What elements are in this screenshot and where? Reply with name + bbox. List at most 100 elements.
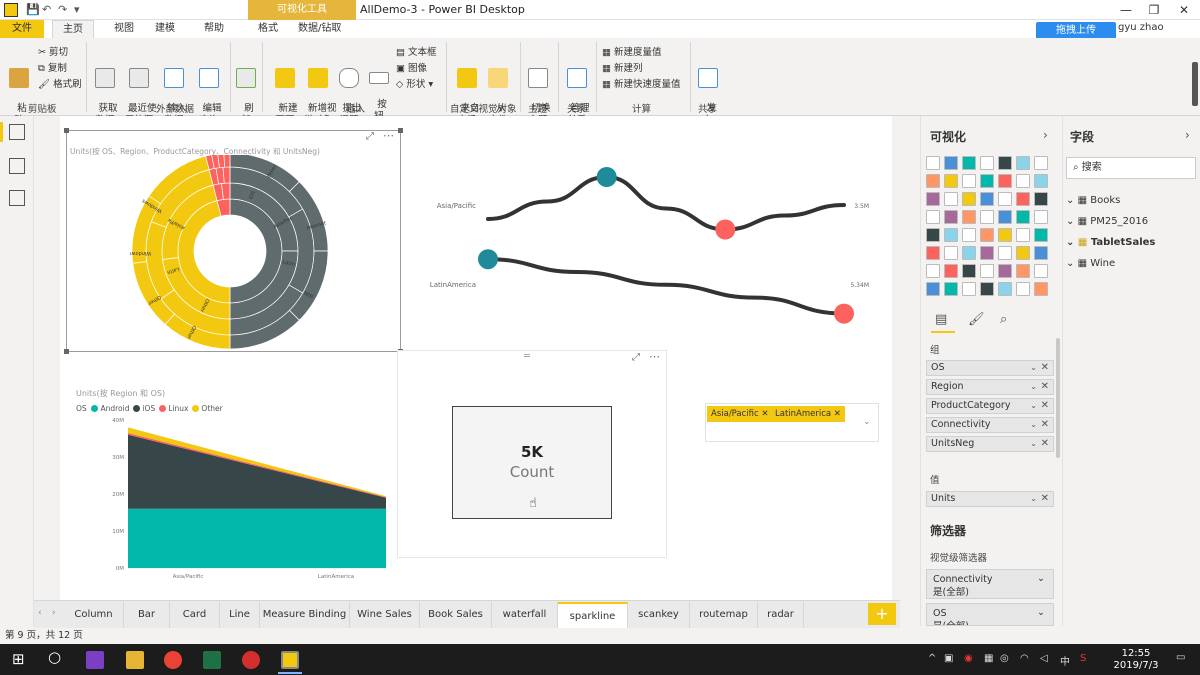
- chevron-down-icon[interactable]: ⌄: [1037, 606, 1045, 619]
- remove-field-icon[interactable]: ✕: [1041, 492, 1049, 506]
- visual-type-icon[interactable]: [926, 228, 940, 242]
- chevron-down-icon[interactable]: ⌄: [1066, 258, 1074, 269]
- chip-close-icon[interactable]: ✕: [834, 409, 841, 419]
- visual-type-icon[interactable]: [1034, 210, 1048, 224]
- chevron-down-icon[interactable]: ⌄: [1030, 437, 1037, 451]
- tray-wechat-icon[interactable]: ◎: [1000, 653, 1009, 664]
- page-tab-routemap[interactable]: routemap: [690, 602, 758, 628]
- visual-type-icon[interactable]: [998, 210, 1012, 224]
- visual-type-icon[interactable]: [962, 228, 976, 242]
- table-pm25-2016[interactable]: ⌄ ▦ PM25_2016: [1066, 216, 1148, 227]
- page-tab-radar[interactable]: radar: [758, 602, 804, 628]
- page-tab-measure-binding[interactable]: Measure Binding: [260, 602, 350, 628]
- page-tab-line[interactable]: Line: [220, 602, 260, 628]
- page-tab-waterfall[interactable]: waterfall: [492, 602, 558, 628]
- visual-type-icon[interactable]: [944, 282, 958, 296]
- chrome-icon[interactable]: [164, 651, 182, 669]
- paste-button[interactable]: 粘 贴: [8, 44, 30, 127]
- visual-type-icon[interactable]: [1034, 264, 1048, 278]
- area-chart[interactable]: 0M 10M 20M 30M 40M Asia/Pacific LatinAmerica: [76, 412, 396, 584]
- visual-type-icon[interactable]: [1016, 192, 1030, 206]
- report-view-icon[interactable]: [9, 124, 25, 140]
- visual-type-icon[interactable]: [926, 210, 940, 224]
- visual-type-icon[interactable]: [1034, 282, 1048, 296]
- chevron-down-icon[interactable]: ⌄: [1066, 237, 1074, 248]
- page-tab-book-sales[interactable]: Book Sales: [420, 602, 492, 628]
- chevron-down-icon[interactable]: ⌄: [1037, 572, 1045, 585]
- visual-type-icon[interactable]: [998, 192, 1012, 206]
- more-options-icon[interactable]: ⋯: [649, 350, 660, 363]
- chevron-down-icon[interactable]: ⌄: [863, 417, 871, 427]
- visual-type-icon[interactable]: [944, 228, 958, 242]
- tray-app-icon[interactable]: ▦: [984, 653, 993, 664]
- visual-type-icon[interactable]: [962, 174, 976, 188]
- well-field-os[interactable]: OS ⌄ ✕: [926, 360, 1054, 376]
- visual-type-icon[interactable]: [980, 156, 994, 170]
- visual-type-icon[interactable]: [1016, 156, 1030, 170]
- visual-type-icon[interactable]: [1034, 174, 1048, 188]
- visual-type-icon[interactable]: [980, 174, 994, 188]
- visual-type-icon[interactable]: [1034, 228, 1048, 242]
- chevron-down-icon[interactable]: ⌄: [1066, 216, 1074, 227]
- chevron-down-icon[interactable]: ⌄: [1066, 195, 1074, 206]
- page-tab-card[interactable]: Card: [170, 602, 220, 628]
- notification-icon[interactable]: ▭: [1176, 652, 1185, 663]
- well-field-units[interactable]: Units ⌄ ✕: [926, 491, 1054, 507]
- tray-record-icon[interactable]: ◉: [964, 653, 973, 664]
- page-tab-wine-sales[interactable]: Wine Sales: [350, 602, 420, 628]
- taskbar-clock[interactable]: 12:55 2019/7/3: [1106, 648, 1166, 672]
- visual-type-icon[interactable]: [998, 156, 1012, 170]
- visual-type-icon[interactable]: [926, 264, 940, 278]
- visual-type-icon[interactable]: [980, 192, 994, 206]
- visual-studio-icon[interactable]: [86, 651, 104, 669]
- well-field-connectivity[interactable]: Connectivity ⌄ ✕: [926, 417, 1054, 433]
- new-measure-button[interactable]: ▦ 新建度量值: [602, 44, 662, 58]
- filter-card-os[interactable]: OS 是(全部) ⌄: [926, 603, 1054, 626]
- visual-type-icon[interactable]: [926, 246, 940, 260]
- visual-type-icon[interactable]: [1016, 246, 1030, 260]
- visual-type-icon[interactable]: [926, 282, 940, 296]
- recent-sources-button[interactable]: 最近使 用的源: [122, 44, 157, 127]
- visual-type-icon[interactable]: [1034, 246, 1048, 260]
- format-roller-icon[interactable]: 🖌: [968, 312, 985, 327]
- new-page-button[interactable]: 新建 页面: [270, 44, 300, 127]
- save-icon[interactable]: 💾: [26, 3, 40, 16]
- remove-field-icon[interactable]: ✕: [1041, 437, 1049, 451]
- resize-handle[interactable]: [398, 128, 403, 133]
- fields-search-input[interactable]: ⌕ 搜索: [1066, 157, 1196, 179]
- new-visual-button[interactable]: 新增视 觉对象: [302, 44, 337, 127]
- scroll-tabs-right-icon[interactable]: ›: [52, 608, 56, 618]
- well-field-region[interactable]: Region ⌄ ✕: [926, 379, 1054, 395]
- visual-type-icon[interactable]: [1016, 282, 1030, 296]
- visual-type-icon[interactable]: [944, 156, 958, 170]
- page-tab-scankey[interactable]: scankey: [628, 602, 690, 628]
- slicer-chip[interactable]: LatinAmerica ✕: [771, 406, 845, 422]
- image-button[interactable]: ▣ 图像: [396, 60, 427, 74]
- chevron-down-icon[interactable]: ⌄: [1030, 399, 1037, 413]
- visual-type-icon[interactable]: [980, 246, 994, 260]
- remove-field-icon[interactable]: ✕: [1041, 361, 1049, 375]
- collapse-pane-icon[interactable]: ›: [1043, 128, 1048, 142]
- page-tab-column[interactable]: Column: [64, 602, 124, 628]
- table-wine[interactable]: ⌄ ▦ Wine: [1066, 258, 1115, 269]
- tray-expand-icon[interactable]: ^: [928, 653, 936, 664]
- redo-icon[interactable]: ↷: [58, 3, 67, 16]
- tab-view[interactable]: 视图: [104, 20, 144, 38]
- viz-pane-scrollbar[interactable]: [1056, 338, 1060, 458]
- visual-type-icon[interactable]: [998, 282, 1012, 296]
- fields-tab-icon[interactable]: ▤: [935, 312, 947, 327]
- visual-type-icon[interactable]: [926, 156, 940, 170]
- new-quick-measure-button[interactable]: ▦ 新建快速度量值: [602, 76, 681, 90]
- new-column-button[interactable]: ▦ 新建列: [602, 60, 643, 74]
- tab-data-drill[interactable]: 数据/钻取: [288, 20, 351, 38]
- visual-type-icon[interactable]: [962, 156, 976, 170]
- visual-type-icon[interactable]: [926, 174, 940, 188]
- resize-handle[interactable]: [64, 349, 69, 354]
- focus-mode-icon[interactable]: ⤢: [366, 131, 374, 142]
- visual-type-icon[interactable]: [980, 210, 994, 224]
- scroll-tabs-left-icon[interactable]: ‹: [38, 608, 42, 618]
- buttons-button[interactable]: 按 钮: [368, 44, 390, 123]
- tab-home[interactable]: 主页: [52, 20, 94, 38]
- well-field-unitsneg[interactable]: UnitsNeg ⌄ ✕: [926, 436, 1054, 452]
- close-button[interactable]: ✕: [1170, 3, 1198, 17]
